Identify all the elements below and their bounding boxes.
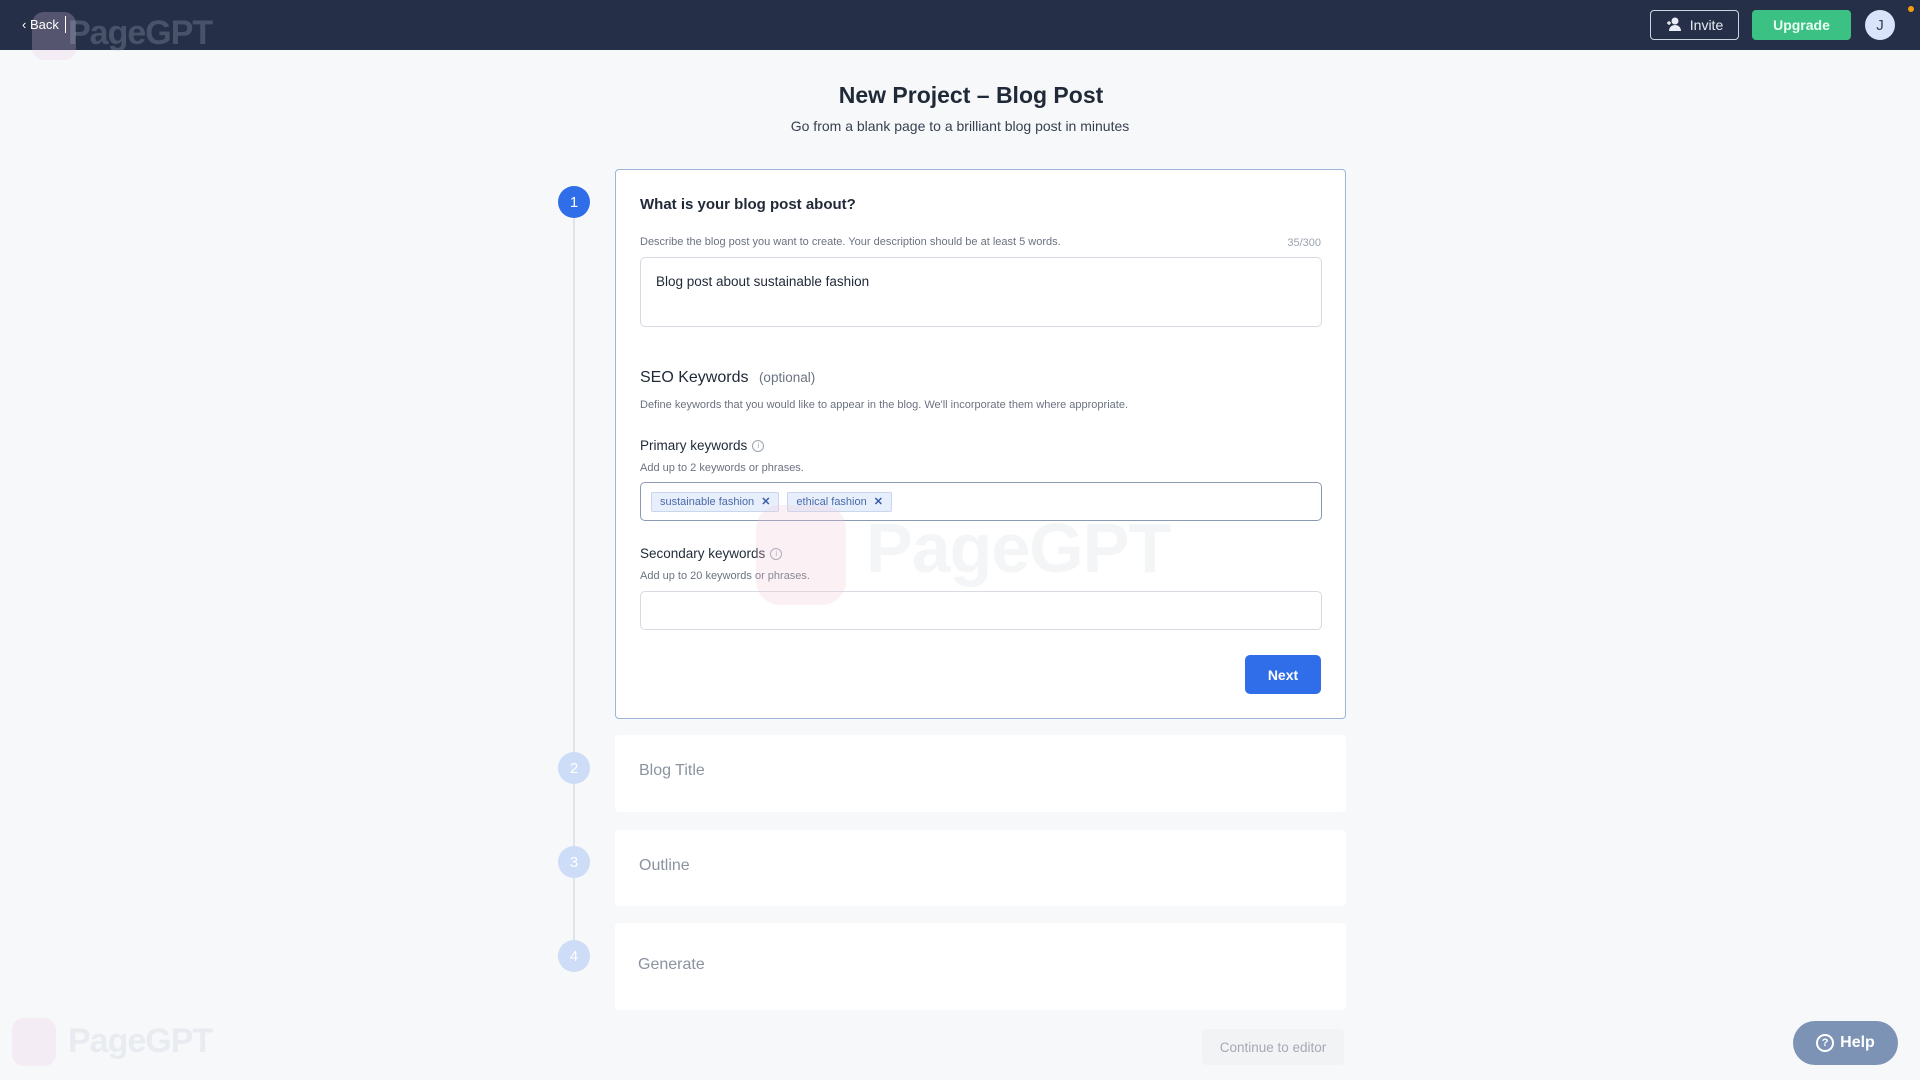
logo-watermark-icon bbox=[756, 505, 846, 605]
keyword-tag: sustainable fashion ✕ bbox=[651, 491, 780, 512]
question-icon: ? bbox=[1816, 1034, 1835, 1052]
upgrade-button[interactable]: Upgrade bbox=[1752, 10, 1851, 40]
logo-watermark: PageGPT bbox=[68, 1022, 213, 1060]
page-subtitle: Go from a blank page to a brilliant blog… bbox=[790, 118, 1130, 134]
invite-button[interactable]: Invite bbox=[1650, 10, 1739, 40]
logo-watermark: PageGPT bbox=[68, 14, 213, 52]
next-button[interactable]: Next bbox=[1245, 655, 1321, 694]
top-nav: PageGPT ‹ Back Invite Upgrade J bbox=[0, 0, 1920, 60]
help-label: Help bbox=[1840, 1034, 1875, 1051]
help-button[interactable]: ? Help bbox=[1793, 1021, 1898, 1065]
remove-tag-icon[interactable]: ✕ bbox=[874, 495, 883, 508]
step-3-indicator: 3 bbox=[558, 846, 590, 878]
step-1-title: What is your blog post about? bbox=[640, 196, 856, 213]
step-4-card[interactable]: Generate bbox=[615, 923, 1346, 1010]
primary-keywords-label: Primary keywords i bbox=[640, 438, 765, 453]
description-value: Blog post about sustainable fashion bbox=[656, 274, 870, 289]
step-3-title: Outline bbox=[639, 857, 690, 874]
notification-dot bbox=[1908, 6, 1914, 12]
logo-watermark: PageGPT bbox=[866, 509, 1171, 587]
add-user-icon bbox=[1666, 17, 1682, 34]
keyword-tag-label: sustainable fashion bbox=[660, 495, 755, 508]
step-4-indicator: 4 bbox=[558, 940, 590, 972]
step-1-indicator: 1 bbox=[558, 186, 590, 218]
seo-title: SEO Keywords bbox=[640, 369, 749, 386]
step-3-card[interactable]: Outline bbox=[615, 830, 1346, 906]
step-4-title: Generate bbox=[638, 956, 705, 973]
secondary-keywords-input[interactable] bbox=[640, 591, 1322, 630]
divider bbox=[65, 16, 66, 33]
back-button[interactable]: ‹ Back bbox=[22, 17, 59, 32]
step-2-card[interactable]: Blog Title bbox=[615, 735, 1346, 812]
step-2-title: Blog Title bbox=[639, 762, 705, 779]
primary-label-text: Primary keywords bbox=[640, 438, 748, 453]
continue-to-editor-button[interactable]: Continue to editor bbox=[1202, 1029, 1344, 1065]
description-textarea[interactable]: Blog post about sustainable fashion bbox=[640, 257, 1322, 327]
description-help: Describe the blog post you want to creat… bbox=[640, 236, 1061, 248]
remove-tag-icon[interactable]: ✕ bbox=[761, 495, 770, 508]
avatar[interactable]: J bbox=[1865, 10, 1895, 40]
invite-label: Invite bbox=[1689, 17, 1724, 33]
page-title: New Project – Blog Post bbox=[838, 82, 1104, 108]
primary-help: Add up to 2 keywords or phrases. bbox=[640, 462, 804, 474]
logo-watermark-icon bbox=[12, 1018, 56, 1066]
step-2-indicator: 2 bbox=[558, 752, 590, 784]
seo-heading: SEO Keywords (optional) bbox=[640, 369, 815, 387]
info-icon[interactable]: i bbox=[752, 440, 765, 453]
char-count: 35/300 bbox=[1287, 237, 1321, 249]
step-1-card: What is your blog post about? Describe t… bbox=[615, 169, 1346, 719]
stepper-rail bbox=[573, 202, 575, 956]
seo-help: Define keywords that you would like to a… bbox=[640, 399, 1129, 411]
back-label: Back bbox=[29, 17, 59, 32]
secondary-label-text: Secondary keywords bbox=[640, 546, 766, 561]
seo-optional: (optional) bbox=[758, 370, 816, 385]
